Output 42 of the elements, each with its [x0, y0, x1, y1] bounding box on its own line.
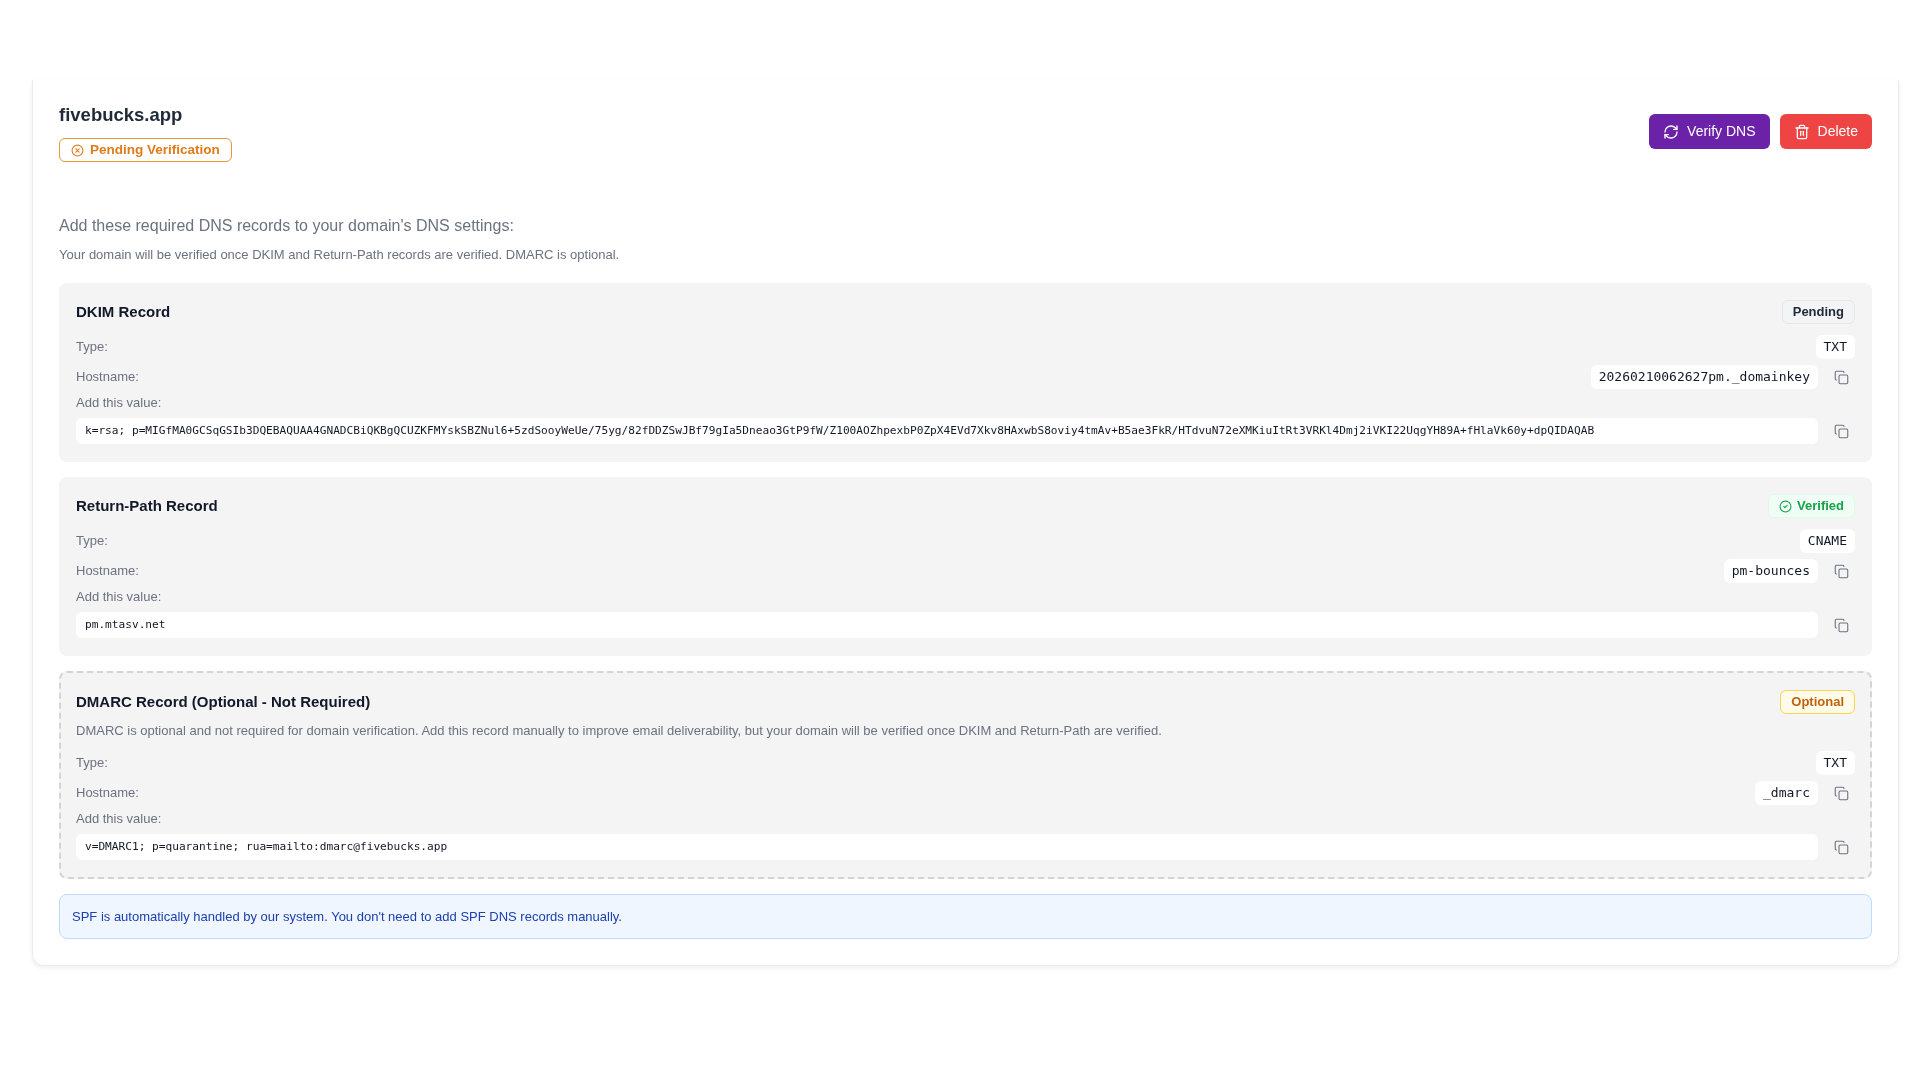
record-title: DMARC Record (Optional - Not Required)	[76, 691, 371, 712]
copy-icon[interactable]	[1834, 369, 1849, 385]
status-badge: Optional	[1780, 690, 1855, 714]
copy-icon[interactable]	[1834, 785, 1849, 801]
field-label: Hostname:	[76, 784, 139, 803]
check-circle-icon	[1779, 499, 1793, 513]
copy-icon[interactable]	[1834, 617, 1849, 633]
status-badge: Pending	[1781, 300, 1855, 324]
record-title: DKIM Record	[76, 301, 171, 322]
x-circle-icon	[71, 143, 84, 157]
value-label: Add this value:	[76, 589, 162, 605]
field-value: TXT	[1815, 335, 1855, 359]
field-label: Type:	[76, 754, 108, 773]
field-label: Type:	[76, 532, 108, 551]
record-value-field: k=rsa; p=MIGfMA0GCSqGSIb3DQEBAQUAA4GNADCBiQKBgQCUZKFMYskSBZNul6+5zdSooyWeUe/75yg/82fDDZSwJBf79gIa5Dneao3GtP9fW/Z100AOZhpexbP0ZpX4EVd7Xkv8HAxwbS8oviy4tmAv+B5ae3FkR/HTdvuN72eXMKiuItRt3VRKl4Dmj2iVKI22UqgYH89A+fHlaVk60y+dpQIDAQAB	[76, 418, 1818, 444]
status-badge: Verified	[1768, 494, 1855, 518]
domain-title: fivebucks.app	[59, 103, 183, 127]
value-label: Add this value:	[76, 395, 162, 411]
record-value-field: v=DMARC1; p=quarantine; rua=mailto:dmarc@fivebucks.app	[76, 834, 1818, 860]
field-label: Hostname:	[76, 368, 139, 387]
field-value: TXT	[1815, 751, 1855, 775]
field-value: 20260210062627pm._domainkey	[1590, 365, 1818, 389]
record-value-field: pm.mtasv.net	[76, 612, 1818, 638]
record-description: DMARC is optional and not required for domain verification. Add this record manually to improve email deliverability, but your domain will be verified once DKIM and Return-Path are verified.	[76, 722, 1162, 740]
copy-icon[interactable]	[1834, 563, 1849, 579]
copy-icon[interactable]	[1834, 423, 1849, 439]
delete-button[interactable]: Delete	[1779, 114, 1872, 149]
intro-heading: Add these required DNS records to your domain's DNS settings:	[59, 216, 514, 236]
verify-button[interactable]: Verify DNS	[1649, 114, 1770, 149]
field-value: _dmarc	[1755, 781, 1818, 805]
value-label: Add this value:	[76, 811, 162, 827]
copy-icon[interactable]	[1834, 839, 1849, 855]
field-value: pm-bounces	[1723, 559, 1818, 583]
field-label: Type:	[76, 338, 108, 357]
field-label: Hostname:	[76, 562, 139, 581]
domain-status-badge: Pending Verification	[59, 138, 232, 162]
record-title: Return-Path Record	[76, 495, 218, 516]
trash-icon	[1793, 123, 1810, 140]
info-banner: SPF is automatically handled by our system. You don't need to add SPF DNS records manually.	[59, 894, 1872, 939]
intro-note: Your domain will be verified once DKIM and Return-Path records are verified. DMARC is optional.	[59, 246, 620, 264]
field-value: CNAME	[1799, 529, 1855, 553]
refresh-icon	[1663, 123, 1680, 140]
